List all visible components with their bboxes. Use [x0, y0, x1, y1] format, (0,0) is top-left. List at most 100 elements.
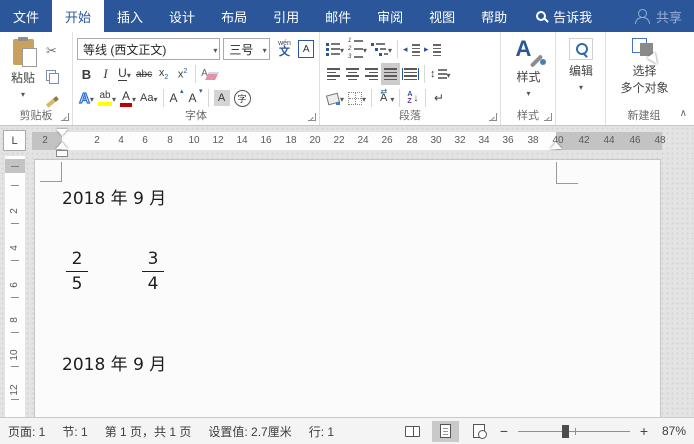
first-line-indent-marker[interactable]	[56, 129, 68, 136]
tab-references[interactable]: 引用	[260, 0, 312, 32]
tab-file[interactable]: 文件	[0, 0, 52, 32]
subscript-button[interactable]: x2	[154, 63, 173, 85]
styles-caret-icon[interactable]	[526, 85, 530, 99]
ruler-number: 8	[9, 317, 20, 323]
read-mode-button[interactable]	[399, 421, 426, 442]
zoom-percentage[interactable]: 87%	[656, 424, 686, 438]
shading-caret-icon[interactable]	[340, 91, 344, 105]
align-right-button[interactable]	[362, 63, 381, 85]
hanging-indent-marker[interactable]	[56, 142, 68, 149]
text-effects-button[interactable]: A	[77, 87, 96, 109]
line-spacing-button[interactable]: ↕	[428, 63, 453, 85]
zoom-slider-thumb[interactable]	[561, 424, 569, 438]
tab-help[interactable]: 帮助	[468, 0, 520, 32]
multilevel-list-button[interactable]	[369, 38, 394, 60]
zoom-in-button[interactable]: +	[638, 423, 650, 439]
web-layout-button[interactable]	[465, 421, 492, 442]
paragraph-dialog-launcher[interactable]	[489, 113, 497, 121]
document-line-1[interactable]: 2018 年 9 月	[62, 184, 166, 209]
bold-button[interactable]: B	[77, 63, 96, 85]
left-indent-marker[interactable]	[56, 150, 68, 157]
increase-indent-button[interactable]: ▸	[422, 38, 443, 60]
grow-font-button[interactable]: A ▴	[167, 87, 186, 109]
zoom-out-button[interactable]: −	[498, 423, 510, 439]
styles-dialog-launcher[interactable]	[544, 113, 552, 121]
decrease-indent-button[interactable]: ◂	[401, 38, 422, 60]
select-multiple-objects-button[interactable]: 选择 多个对象	[610, 36, 679, 108]
copy-button[interactable]	[42, 65, 61, 87]
document-line-2[interactable]: 2018 年 9 月	[62, 350, 166, 375]
borders-caret-icon[interactable]	[362, 91, 366, 105]
numbering-button[interactable]: 123	[346, 38, 369, 60]
tab-review[interactable]: 审阅	[364, 0, 416, 32]
paste-button[interactable]: 粘贴	[4, 36, 42, 112]
styles-button[interactable]: A 样式	[505, 36, 552, 108]
sort-button[interactable]: A Z ↓	[403, 87, 422, 109]
character-shading-button[interactable]: A	[212, 87, 232, 109]
bullets-caret-icon[interactable]	[340, 42, 344, 56]
shading-button[interactable]	[324, 87, 346, 109]
font-name-combobox[interactable]: 等线 (西文正文)	[77, 38, 221, 60]
font-size-caret-icon[interactable]	[263, 42, 267, 56]
font-color-button[interactable]: A	[118, 87, 138, 109]
cut-button[interactable]	[42, 40, 61, 62]
highlight-caret-icon[interactable]	[112, 91, 116, 105]
tab-view[interactable]: 视图	[416, 0, 468, 32]
editing-caret-icon[interactable]	[579, 79, 583, 93]
share-button[interactable]: 共享	[634, 0, 682, 32]
change-case-caret-icon[interactable]	[154, 91, 158, 105]
superscript-button[interactable]: x2	[173, 63, 192, 85]
horizontal-ruler[interactable]: L 2 2 4 6 8 10 12 14 16 18 20 22 24 26 28 30 32 34 36 38 40…	[0, 126, 694, 157]
strikethrough-button[interactable]: abc	[134, 63, 154, 85]
align-center-button[interactable]	[343, 63, 362, 85]
align-left-button[interactable]	[324, 63, 343, 85]
font-color-caret-icon[interactable]	[132, 91, 136, 105]
tell-me-search[interactable]: 告诉我	[536, 0, 592, 32]
line-spacing-caret-icon[interactable]	[447, 67, 451, 81]
asian-layout-caret-icon[interactable]	[390, 91, 394, 105]
italic-button[interactable]: I	[96, 63, 115, 85]
enclose-characters-button[interactable]: 字	[232, 87, 253, 109]
tab-layout[interactable]: 布局	[208, 0, 260, 32]
tab-design[interactable]: 设计	[156, 0, 208, 32]
distribute-button[interactable]	[400, 63, 421, 85]
tab-home[interactable]: 开始	[52, 0, 105, 32]
underline-button[interactable]: U	[115, 63, 134, 85]
underline-caret-icon[interactable]	[127, 67, 131, 81]
highlight-color-button[interactable]: ab	[96, 87, 118, 109]
tab-stop-selector[interactable]: L	[3, 130, 26, 151]
clipboard-dialog-launcher[interactable]	[61, 113, 69, 121]
asian-layout-button[interactable]: ⇄ A	[375, 87, 396, 109]
editing-button[interactable]: 编辑	[560, 36, 602, 108]
print-layout-button[interactable]	[432, 420, 459, 442]
zoom-slider[interactable]	[518, 424, 630, 439]
borders-button[interactable]	[346, 87, 368, 109]
status-section[interactable]: 节: 1	[62, 423, 87, 440]
status-page-count[interactable]: 第 1 页，共 1 页	[105, 423, 192, 440]
numbering-caret-icon[interactable]	[363, 42, 367, 56]
text-effects-caret-icon[interactable]	[90, 91, 94, 105]
paste-dropdown-caret-icon[interactable]	[21, 86, 25, 100]
bullets-button[interactable]	[324, 38, 346, 60]
tab-insert[interactable]: 插入	[104, 0, 156, 32]
right-indent-marker[interactable]	[550, 142, 562, 149]
fraction-1[interactable]: 2 5	[65, 249, 89, 294]
tab-mailings[interactable]: 邮件	[312, 0, 364, 32]
show-hide-marks-button[interactable]	[429, 87, 448, 109]
status-setting[interactable]: 设置值: 2.7厘米	[208, 423, 291, 440]
status-line[interactable]: 行: 1	[309, 423, 334, 440]
multilevel-caret-icon[interactable]	[388, 42, 392, 56]
collapse-ribbon-icon[interactable]	[680, 108, 687, 119]
character-border-button[interactable]: A	[296, 38, 316, 60]
shrink-font-button[interactable]: A ▾	[186, 87, 205, 109]
change-case-button[interactable]: Aa	[138, 87, 159, 109]
status-page[interactable]: 页面: 1	[8, 423, 45, 440]
justify-button[interactable]	[381, 63, 400, 85]
clear-formatting-button[interactable]	[199, 63, 219, 85]
font-dialog-launcher[interactable]	[308, 113, 316, 121]
fraction-2[interactable]: 3 4	[141, 249, 165, 294]
vertical-ruler[interactable]: 2 4 6 8 10 12	[5, 156, 25, 417]
font-name-caret-icon[interactable]	[213, 42, 217, 56]
font-size-combobox[interactable]: 三号	[223, 38, 270, 60]
phonetic-guide-button[interactable]: wén 文	[273, 38, 297, 60]
